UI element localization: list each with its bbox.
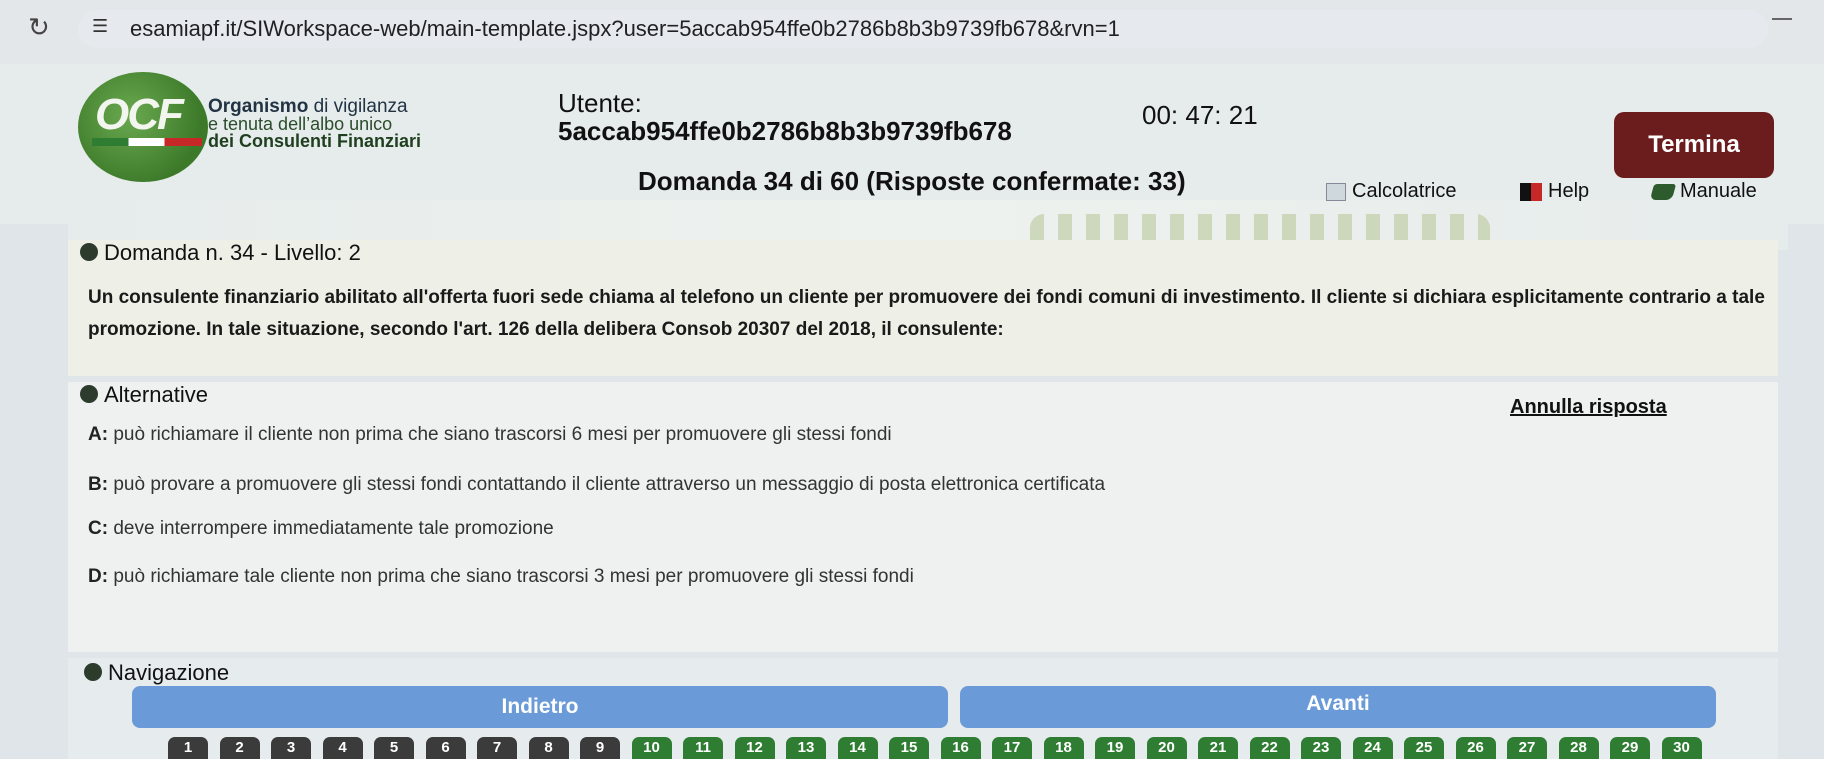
- question-number-button[interactable]: 17: [992, 737, 1032, 759]
- clear-answer-link[interactable]: Annulla risposta: [1510, 396, 1667, 419]
- italian-flag-stripe: [92, 138, 202, 146]
- ocf-logo-text: OCF: [95, 90, 184, 139]
- org-name-line3: dei Consulenti Finanziari: [208, 131, 422, 151]
- question-number-button[interactable]: 28: [1558, 737, 1599, 759]
- question-number-button[interactable]: 3: [271, 737, 311, 759]
- question-number-button[interactable]: 20: [1146, 737, 1187, 759]
- question-number-button[interactable]: 25: [1404, 737, 1444, 759]
- question-number-button[interactable]: 24: [1352, 737, 1393, 759]
- question-section: Domanda n. 34 - Livello: 2 Un consulente…: [68, 240, 1778, 376]
- alternatives-section: Alternative Annulla risposta A: può rich…: [68, 382, 1778, 652]
- browser-chrome: ↻ ☰ esamiapf.it/SIWorkspace-web/main-tem…: [0, 0, 1824, 72]
- help-link[interactable]: Help: [1520, 180, 1589, 203]
- site-info-icon[interactable]: ☰: [92, 16, 118, 42]
- manual-icon: [1649, 183, 1677, 200]
- question-number-button[interactable]: 4: [322, 737, 363, 759]
- question-number-button[interactable]: 15: [889, 737, 929, 759]
- next-button[interactable]: Avanti: [960, 686, 1716, 728]
- question-number-button[interactable]: 14: [837, 737, 878, 759]
- question-number-button[interactable]: 6: [425, 737, 466, 759]
- reload-icon[interactable]: ↻: [28, 14, 56, 42]
- question-number-button[interactable]: 21: [1198, 737, 1238, 759]
- calculator-link[interactable]: Calcolatrice: [1326, 180, 1456, 203]
- question-number-button[interactable]: 18: [1043, 737, 1084, 759]
- answer-option-c[interactable]: C: deve interrompere immediatamente tale…: [88, 518, 554, 540]
- question-number-button[interactable]: 27: [1507, 737, 1547, 759]
- user-id: 5accab954ffe0b2786b8b3b9739fb678: [558, 116, 1012, 146]
- user-label: Utente:: [558, 88, 642, 118]
- url-text[interactable]: esamiapf.it/SIWorkspace-web/main-templat…: [130, 16, 1120, 42]
- answer-option-a[interactable]: A: può richiamare il cliente non prima c…: [88, 424, 892, 446]
- alternatives-title: Alternative: [80, 382, 208, 408]
- section-bullet-icon: [80, 385, 98, 404]
- section-bullet-icon: [80, 243, 98, 262]
- section-bullet-icon: [84, 663, 102, 682]
- question-counter: Domanda 34 di 60 (Risposte confermate: 3…: [638, 166, 1186, 196]
- calculator-icon: [1326, 182, 1346, 201]
- answer-option-d[interactable]: D: può richiamare tale cliente non prima…: [88, 566, 914, 588]
- help-icon: [1520, 182, 1542, 201]
- question-number-button[interactable]: 26: [1455, 737, 1496, 759]
- question-title: Domanda n. 34 - Livello: 2: [80, 240, 361, 266]
- question-number-button[interactable]: 13: [786, 737, 826, 759]
- question-number-button[interactable]: 2: [219, 737, 260, 759]
- terminate-button[interactable]: Termina: [1614, 112, 1774, 178]
- back-button[interactable]: Indietro: [132, 686, 948, 728]
- question-number-button[interactable]: 16: [940, 737, 981, 759]
- exam-timer: 00: 47: 21: [1142, 100, 1258, 130]
- question-number-button[interactable]: 8: [528, 737, 569, 759]
- minimize-icon[interactable]: [1772, 18, 1792, 20]
- question-text: Un consulente finanziario abilitato all'…: [88, 287, 1765, 340]
- question-number-button[interactable]: 19: [1095, 737, 1135, 759]
- question-number-button[interactable]: 30: [1661, 737, 1702, 759]
- question-number-button[interactable]: 5: [374, 737, 414, 759]
- question-number-button[interactable]: 1: [168, 737, 208, 759]
- question-number-button[interactable]: 22: [1249, 737, 1290, 759]
- question-number-button[interactable]: 29: [1610, 737, 1650, 759]
- question-number-button[interactable]: 7: [477, 737, 517, 759]
- question-number-button[interactable]: 12: [734, 737, 775, 759]
- question-number-button[interactable]: 23: [1301, 737, 1341, 759]
- question-number-button[interactable]: 9: [580, 737, 620, 759]
- question-number-button[interactable]: 10: [631, 737, 672, 759]
- answer-option-b[interactable]: B: può provare a promuovere gli stessi f…: [88, 474, 1105, 496]
- manual-link[interactable]: Manuale: [1649, 180, 1757, 203]
- question-number-button[interactable]: 11: [683, 737, 723, 759]
- navigation-title: Navigazione: [84, 660, 229, 686]
